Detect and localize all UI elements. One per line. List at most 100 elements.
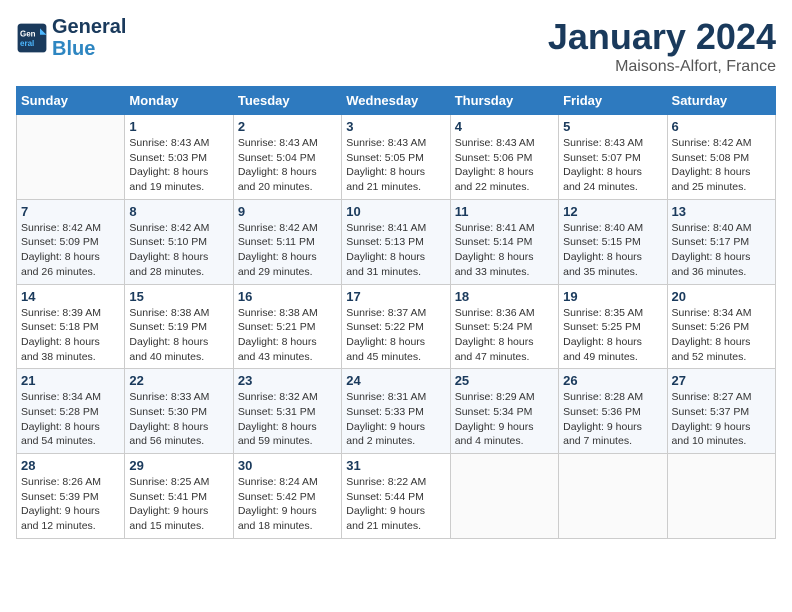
calendar-cell: 25 Sunrise: 8:29 AMSunset: 5:34 PMDayligh…	[450, 369, 558, 454]
day-info: Sunrise: 8:43 AMSunset: 5:07 PMDaylight:…	[563, 136, 662, 195]
day-info: Sunrise: 8:33 AMSunset: 5:30 PMDaylight:…	[129, 390, 228, 449]
weekday-header-saturday: Saturday	[667, 87, 775, 115]
day-info: Sunrise: 8:28 AMSunset: 5:36 PMDaylight:…	[563, 390, 662, 449]
logo-text: GeneralBlue	[52, 16, 126, 60]
day-number: 23	[238, 373, 337, 388]
day-info: Sunrise: 8:39 AMSunset: 5:18 PMDaylight:…	[21, 306, 120, 365]
day-number: 12	[563, 204, 662, 219]
day-number: 21	[21, 373, 120, 388]
day-number: 17	[346, 289, 445, 304]
day-number: 15	[129, 289, 228, 304]
day-number: 27	[672, 373, 771, 388]
day-number: 24	[346, 373, 445, 388]
calendar-cell: 17Sunrise: 8:37 AMSunset: 5:22 PMDayligh…	[342, 284, 450, 369]
day-number: 19	[563, 289, 662, 304]
calendar-week-4: 21Sunrise: 8:34 AMSunset: 5:28 PMDayligh…	[17, 369, 776, 454]
calendar-cell: 12Sunrise: 8:40 AMSunset: 5:15 PMDayligh…	[559, 199, 667, 284]
day-number: 9	[238, 204, 337, 219]
calendar-cell: 23Sunrise: 8:32 AMSunset: 5:31 PMDayligh…	[233, 369, 341, 454]
day-info: Sunrise: 8:25 AMSunset: 5:41 PMDaylight:…	[129, 475, 228, 534]
day-number: 31	[346, 458, 445, 473]
day-info: Sunrise: 8:41 AMSunset: 5:14 PMDaylight:…	[455, 221, 554, 280]
day-info: Sunrise: 8:42 AMSunset: 5:09 PMDaylight:…	[21, 221, 120, 280]
calendar-cell: 13 Sunrise: 8:40 AMSunset: 5:17 PMDayligh…	[667, 199, 775, 284]
calendar-cell: 18 Sunrise: 8:36 AMSunset: 5:24 PMDayligh…	[450, 284, 558, 369]
day-number: 3	[346, 119, 445, 134]
day-number: 1	[129, 119, 228, 134]
calendar-cell: 27 Sunrise: 8:27 AMSunset: 5:37 PMDayligh…	[667, 369, 775, 454]
day-number: 10	[346, 204, 445, 219]
day-info: Sunrise: 8:43 AMSunset: 5:05 PMDaylight:…	[346, 136, 445, 195]
weekday-header-sunday: Sunday	[17, 87, 125, 115]
logo-icon: Gen eral	[16, 22, 48, 54]
day-info: Sunrise: 8:26 AMSunset: 5:39 PMDaylight:…	[21, 475, 120, 534]
day-number: 14	[21, 289, 120, 304]
day-info: Sunrise: 8:43 AMSunset: 5:06 PMDaylight:…	[455, 136, 554, 195]
calendar-cell: 5Sunrise: 8:43 AMSunset: 5:07 PMDaylight…	[559, 115, 667, 200]
calendar-cell: 15 Sunrise: 8:38 AMSunset: 5:19 PMDayligh…	[125, 284, 233, 369]
calendar-cell: 24 Sunrise: 8:31 AMSunset: 5:33 PMDayligh…	[342, 369, 450, 454]
day-info: Sunrise: 8:43 AMSunset: 5:04 PMDaylight:…	[238, 136, 337, 195]
calendar-cell: 19 Sunrise: 8:35 AMSunset: 5:25 PMDayligh…	[559, 284, 667, 369]
calendar-cell: 30Sunrise: 8:24 AMSunset: 5:42 PMDayligh…	[233, 454, 341, 539]
calendar-cell: 28 Sunrise: 8:26 AMSunset: 5:39 PMDayligh…	[17, 454, 125, 539]
day-number: 6	[672, 119, 771, 134]
day-info: Sunrise: 8:42 AMSunset: 5:11 PMDaylight:…	[238, 221, 337, 280]
weekday-header-monday: Monday	[125, 87, 233, 115]
day-info: Sunrise: 8:22 AMSunset: 5:44 PMDaylight:…	[346, 475, 445, 534]
page-header: Gen eral GeneralBlue January 2024 Maison…	[16, 16, 776, 76]
weekday-header-thursday: Thursday	[450, 87, 558, 115]
day-info: Sunrise: 8:29 AMSunset: 5:34 PMDaylight:…	[455, 390, 554, 449]
day-number: 25	[455, 373, 554, 388]
calendar-cell: 20Sunrise: 8:34 AMSunset: 5:26 PMDayligh…	[667, 284, 775, 369]
calendar-week-2: 7 Sunrise: 8:42 AMSunset: 5:09 PMDaylight…	[17, 199, 776, 284]
day-info: Sunrise: 8:40 AMSunset: 5:17 PMDaylight:…	[672, 221, 771, 280]
day-info: Sunrise: 8:35 AMSunset: 5:25 PMDaylight:…	[563, 306, 662, 365]
calendar-cell	[667, 454, 775, 539]
svg-text:Gen: Gen	[20, 29, 36, 38]
day-number: 8	[129, 204, 228, 219]
calendar-table: SundayMondayTuesdayWednesdayThursdayFrid…	[16, 86, 776, 539]
day-number: 2	[238, 119, 337, 134]
day-info: Sunrise: 8:42 AMSunset: 5:10 PMDaylight:…	[129, 221, 228, 280]
day-number: 4	[455, 119, 554, 134]
calendar-week-5: 28 Sunrise: 8:26 AMSunset: 5:39 PMDayligh…	[17, 454, 776, 539]
calendar-cell: 29 Sunrise: 8:25 AMSunset: 5:41 PMDayligh…	[125, 454, 233, 539]
weekday-header-wednesday: Wednesday	[342, 87, 450, 115]
calendar-cell: 1 Sunrise: 8:43 AMSunset: 5:03 PMDaylight…	[125, 115, 233, 200]
day-info: Sunrise: 8:31 AMSunset: 5:33 PMDaylight:…	[346, 390, 445, 449]
day-info: Sunrise: 8:36 AMSunset: 5:24 PMDaylight:…	[455, 306, 554, 365]
calendar-cell: 4 Sunrise: 8:43 AMSunset: 5:06 PMDaylight…	[450, 115, 558, 200]
calendar-cell	[450, 454, 558, 539]
day-number: 28	[21, 458, 120, 473]
calendar-week-1: 1 Sunrise: 8:43 AMSunset: 5:03 PMDaylight…	[17, 115, 776, 200]
svg-text:eral: eral	[20, 39, 34, 48]
calendar-cell: 8 Sunrise: 8:42 AMSunset: 5:10 PMDaylight…	[125, 199, 233, 284]
weekday-header-tuesday: Tuesday	[233, 87, 341, 115]
day-info: Sunrise: 8:38 AMSunset: 5:21 PMDaylight:…	[238, 306, 337, 365]
calendar-cell: 6Sunrise: 8:42 AMSunset: 5:08 PMDaylight…	[667, 115, 775, 200]
calendar-cell: 7 Sunrise: 8:42 AMSunset: 5:09 PMDaylight…	[17, 199, 125, 284]
calendar-cell: 3 Sunrise: 8:43 AMSunset: 5:05 PMDaylight…	[342, 115, 450, 200]
calendar-cell: 10 Sunrise: 8:41 AMSunset: 5:13 PMDayligh…	[342, 199, 450, 284]
day-info: Sunrise: 8:24 AMSunset: 5:42 PMDaylight:…	[238, 475, 337, 534]
day-number: 16	[238, 289, 337, 304]
day-number: 29	[129, 458, 228, 473]
calendar-cell: 11 Sunrise: 8:41 AMSunset: 5:14 PMDayligh…	[450, 199, 558, 284]
weekday-header-row: SundayMondayTuesdayWednesdayThursdayFrid…	[17, 87, 776, 115]
day-number: 7	[21, 204, 120, 219]
day-info: Sunrise: 8:34 AMSunset: 5:26 PMDaylight:…	[672, 306, 771, 365]
day-info: Sunrise: 8:43 AMSunset: 5:03 PMDaylight:…	[129, 136, 228, 195]
calendar-cell: 9 Sunrise: 8:42 AMSunset: 5:11 PMDaylight…	[233, 199, 341, 284]
day-info: Sunrise: 8:41 AMSunset: 5:13 PMDaylight:…	[346, 221, 445, 280]
day-info: Sunrise: 8:38 AMSunset: 5:19 PMDaylight:…	[129, 306, 228, 365]
day-number: 18	[455, 289, 554, 304]
calendar-cell	[559, 454, 667, 539]
day-number: 13	[672, 204, 771, 219]
logo: Gen eral GeneralBlue	[16, 16, 126, 60]
location: Maisons-Alfort, France	[548, 58, 776, 76]
day-number: 26	[563, 373, 662, 388]
day-info: Sunrise: 8:27 AMSunset: 5:37 PMDaylight:…	[672, 390, 771, 449]
calendar-week-3: 14 Sunrise: 8:39 AMSunset: 5:18 PMDayligh…	[17, 284, 776, 369]
day-number: 11	[455, 204, 554, 219]
